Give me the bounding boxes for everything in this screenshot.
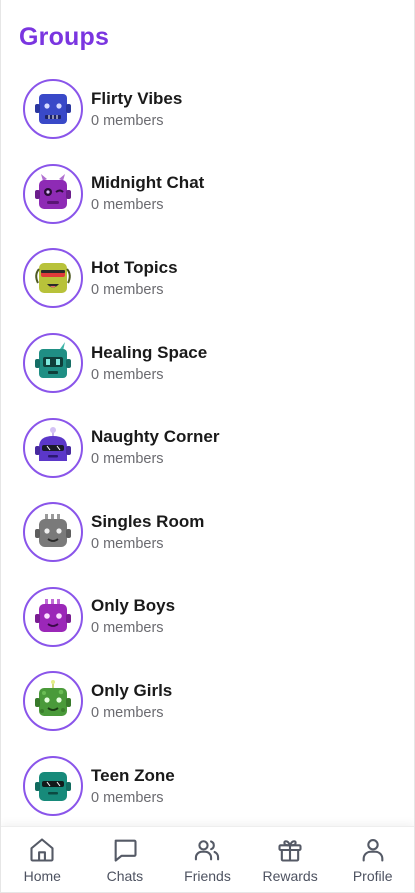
nav-profile[interactable]: Profile <box>331 827 414 892</box>
group-avatar <box>23 163 83 224</box>
green-robot-icon <box>35 680 71 717</box>
member-count: 0 members <box>91 451 164 468</box>
group-list: Flirty Vibes 0 members Midnight Chat 0 m… <box>1 67 414 828</box>
app-frame: Groups Flirty Vibes 0 members Midnight C… <box>0 0 415 893</box>
nav-label: Profile <box>352 868 393 884</box>
group-row[interactable]: Naughty Corner 0 members <box>1 405 414 490</box>
user-icon <box>362 839 384 862</box>
group-name: Hot Topics <box>91 257 178 277</box>
group-name: Healing Space <box>91 342 208 362</box>
teal-shades-robot-icon <box>35 772 71 802</box>
users-icon <box>195 840 220 861</box>
group-name: Only Boys <box>91 596 176 616</box>
group-row[interactable]: Only Girls 0 members <box>1 659 414 744</box>
member-count: 0 members <box>91 112 164 129</box>
bottom-nav: Home Chats Friends Rewards Profile <box>1 826 414 892</box>
group-row[interactable]: Hot Topics 0 members <box>1 236 414 321</box>
group-name: Naughty Corner <box>91 427 220 447</box>
page-title: Groups <box>19 23 110 51</box>
group-avatar <box>23 586 83 647</box>
group-avatar <box>23 79 83 140</box>
member-count: 0 members <box>91 704 164 721</box>
member-count: 0 members <box>91 535 164 552</box>
nav-chats[interactable]: Chats <box>84 827 167 892</box>
member-count: 0 members <box>91 281 164 298</box>
group-avatar <box>23 333 83 394</box>
indigo-antenna-robot-icon <box>35 426 71 461</box>
group-name: Midnight Chat <box>91 173 205 193</box>
group-row[interactable]: Only Boys 0 members <box>1 575 414 660</box>
group-avatar <box>23 671 83 732</box>
group-name: Teen Zone <box>91 765 175 785</box>
member-count: 0 members <box>91 789 164 806</box>
group-row[interactable]: Singles Room 0 members <box>1 490 414 575</box>
nav-home[interactable]: Home <box>1 827 84 892</box>
nav-rewards[interactable]: Rewards <box>249 827 332 892</box>
yellow-visor-robot-icon <box>35 263 71 294</box>
nav-friends[interactable]: Friends <box>166 827 249 892</box>
group-avatar <box>23 417 83 478</box>
purple-horned-robot-icon <box>35 173 71 209</box>
chat-bubble-icon <box>114 839 137 862</box>
member-count: 0 members <box>91 620 164 637</box>
blue-robot-icon <box>35 94 71 125</box>
gray-robot-icon <box>35 514 71 548</box>
group-avatar <box>23 248 83 309</box>
group-name: Flirty Vibes <box>91 88 183 108</box>
group-name: Singles Room <box>91 511 205 531</box>
nav-label: Friends <box>184 868 231 884</box>
magenta-robot-icon <box>35 598 71 632</box>
teal-robot-icon <box>35 342 71 379</box>
nav-label: Home <box>23 868 61 884</box>
member-count: 0 members <box>91 366 164 383</box>
nav-label: Rewards <box>262 868 318 884</box>
member-count: 0 members <box>91 197 164 214</box>
gift-icon <box>278 840 302 862</box>
group-row[interactable]: Flirty Vibes 0 members <box>1 67 414 152</box>
group-row[interactable]: Healing Space 0 members <box>1 321 414 406</box>
group-name: Only Girls <box>91 680 173 700</box>
group-avatar <box>23 502 83 563</box>
group-row[interactable]: Midnight Chat 0 members <box>1 152 414 237</box>
group-row[interactable]: Teen Zone 0 members <box>1 744 414 829</box>
nav-label: Chats <box>106 868 144 884</box>
group-avatar <box>23 756 83 817</box>
home-icon <box>30 838 54 862</box>
